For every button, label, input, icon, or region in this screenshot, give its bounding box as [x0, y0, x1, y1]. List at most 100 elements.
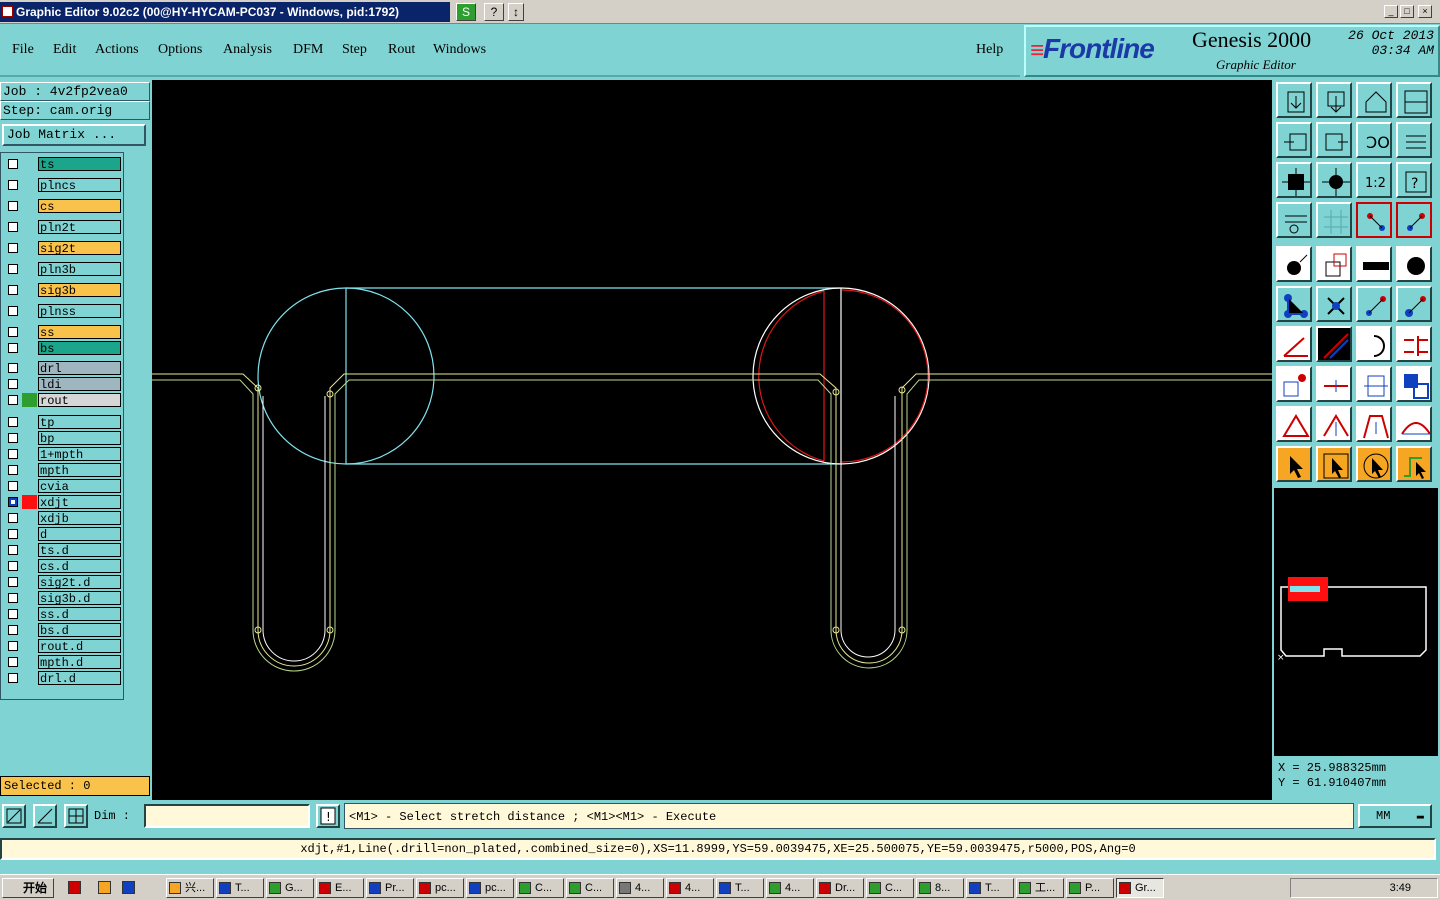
layer-name[interactable]: sig3b — [38, 283, 121, 298]
layer-row-tp[interactable]: tp — [3, 415, 121, 430]
layer-row-bs.d[interactable]: bs.d — [3, 623, 121, 638]
minimize-button[interactable]: _ — [1384, 5, 1398, 18]
home-icon[interactable] — [1356, 82, 1392, 118]
layer-checkbox[interactable] — [8, 465, 18, 475]
layer-checkbox[interactable] — [8, 159, 18, 169]
pan-right-icon[interactable] — [1316, 122, 1352, 158]
taskbar-button[interactable]: P... — [1066, 878, 1114, 898]
layer-checkbox[interactable] — [8, 577, 18, 587]
close-button[interactable]: × — [1418, 5, 1432, 18]
layer-name[interactable]: drl.d — [38, 671, 121, 686]
layer-name[interactable]: mpth.d — [38, 655, 121, 670]
mirror-icon[interactable]: ƆO — [1356, 122, 1392, 158]
menu-dfm[interactable]: DFM — [293, 42, 323, 58]
layer-checkbox[interactable] — [8, 561, 18, 571]
layer-row-xdjt[interactable]: xdjt — [3, 495, 121, 510]
surface-icon[interactable] — [1316, 246, 1352, 282]
layer-row-cvia[interactable]: cvia — [3, 479, 121, 494]
taskbar-button[interactable]: C... — [516, 878, 564, 898]
layer-checkbox[interactable] — [8, 222, 18, 232]
layer-name[interactable]: 1+mpth — [38, 447, 121, 462]
zoom-fit-icon[interactable] — [1316, 162, 1352, 198]
layer-checkbox[interactable] — [8, 449, 18, 459]
triangle-red-icon[interactable] — [1276, 406, 1312, 442]
horizontal-line-icon[interactable] — [1316, 366, 1352, 402]
layer-name[interactable]: tp — [38, 415, 121, 430]
grid-icon[interactable] — [1316, 202, 1352, 238]
layer-name[interactable]: bp — [38, 431, 121, 446]
pad-icon[interactable] — [1276, 246, 1312, 282]
select-pointer-icon[interactable] — [1276, 446, 1312, 482]
layer-checkbox[interactable] — [8, 417, 18, 427]
snap-red-icon[interactable] — [1356, 202, 1392, 238]
select-path-icon[interactable] — [1396, 446, 1432, 482]
taskbar-button[interactable]: T... — [716, 878, 764, 898]
taskbar-button[interactable]: pc... — [416, 878, 464, 898]
layer-name[interactable]: sig2t — [38, 241, 121, 256]
taskbar-button[interactable]: 4... — [666, 878, 714, 898]
layer-name[interactable]: d — [38, 527, 121, 542]
layer-checkbox[interactable] — [8, 433, 18, 443]
layer-checkbox[interactable] — [8, 243, 18, 253]
layer-name[interactable]: plnss — [38, 304, 121, 319]
menu-step[interactable]: Step — [342, 42, 367, 58]
menu-analysis[interactable]: Analysis — [223, 42, 272, 58]
layer-row-mpth.d[interactable]: mpth.d — [3, 655, 121, 670]
connect-icon[interactable] — [1276, 286, 1312, 322]
layer-name[interactable]: mpth — [38, 463, 121, 478]
menu-options[interactable]: Options — [158, 42, 202, 58]
window-title-area[interactable]: Graphic Editor 9.02c2 (00@HY-HYCAM-PC037… — [0, 2, 450, 22]
taskbar-button[interactable]: Gr... — [1116, 878, 1164, 898]
layer-row-bs[interactable]: bs — [3, 341, 121, 356]
layer-row-sig2t.d[interactable]: sig2t.d — [3, 575, 121, 590]
layer-name[interactable]: rout — [38, 393, 121, 408]
layer-name[interactable]: ldi — [38, 377, 121, 392]
layer-row-pln2t[interactable]: pln2t — [3, 220, 121, 235]
layer-row-pln3b[interactable]: pln3b — [3, 262, 121, 277]
grid-mode-icon[interactable] — [64, 804, 88, 828]
layer-row-bp[interactable]: bp — [3, 431, 121, 446]
menu-actions[interactable]: Actions — [95, 42, 139, 58]
pan-left-icon[interactable] — [1276, 122, 1312, 158]
layer-name[interactable]: ss — [38, 325, 121, 340]
taskbar-button[interactable]: 工... — [1016, 878, 1064, 898]
layer-name[interactable]: cs.d — [38, 559, 121, 574]
overlap-icon[interactable] — [1396, 366, 1432, 402]
menu-file[interactable]: File — [12, 42, 34, 58]
layer-row-plnss[interactable]: plnss — [3, 304, 121, 319]
zoom-down-icon[interactable] — [1316, 82, 1352, 118]
layer-checkbox[interactable] — [8, 201, 18, 211]
layer-name[interactable]: cvia — [38, 479, 121, 494]
menu-windows[interactable]: Windows — [433, 42, 486, 58]
layer-checkbox[interactable] — [8, 264, 18, 274]
layer-name[interactable]: ts.d — [38, 543, 121, 558]
layer-checkbox[interactable] — [8, 497, 18, 507]
snap-blue-icon[interactable] — [1396, 202, 1432, 238]
layer-name[interactable]: ts — [38, 157, 121, 172]
taskbar-button[interactable]: 8... — [916, 878, 964, 898]
layer-name[interactable]: pln3b — [38, 262, 121, 277]
layer-name[interactable]: plncs — [38, 178, 121, 193]
layer-row-plncs[interactable]: plncs — [3, 178, 121, 193]
layer-name[interactable]: rout.d — [38, 639, 121, 654]
query-icon[interactable]: ? — [1396, 162, 1432, 198]
taskbar-button[interactable]: C... — [566, 878, 614, 898]
fit-all-icon[interactable] — [1276, 162, 1312, 198]
layer-checkbox[interactable] — [8, 545, 18, 555]
layer-name[interactable]: sig3b.d — [38, 591, 121, 606]
arc-icon[interactable] — [1356, 326, 1392, 362]
layer-checkbox[interactable] — [8, 641, 18, 651]
layer-checkbox[interactable] — [8, 343, 18, 353]
layer-row-cs.d[interactable]: cs.d — [3, 559, 121, 574]
layer-row-d[interactable]: d — [3, 527, 121, 542]
diagonal-icon[interactable] — [1316, 326, 1352, 362]
layer-checkbox[interactable] — [8, 673, 18, 683]
layer-checkbox[interactable] — [8, 363, 18, 373]
select-circle-icon[interactable] — [1356, 446, 1392, 482]
layer-checkbox[interactable] — [8, 327, 18, 337]
angle-icon[interactable] — [1276, 326, 1312, 362]
ruler-icon[interactable] — [1356, 246, 1392, 282]
layer-checkbox[interactable] — [8, 395, 18, 405]
circle-pad-icon[interactable] — [1396, 246, 1432, 282]
rect-dot-icon[interactable] — [1276, 366, 1312, 402]
